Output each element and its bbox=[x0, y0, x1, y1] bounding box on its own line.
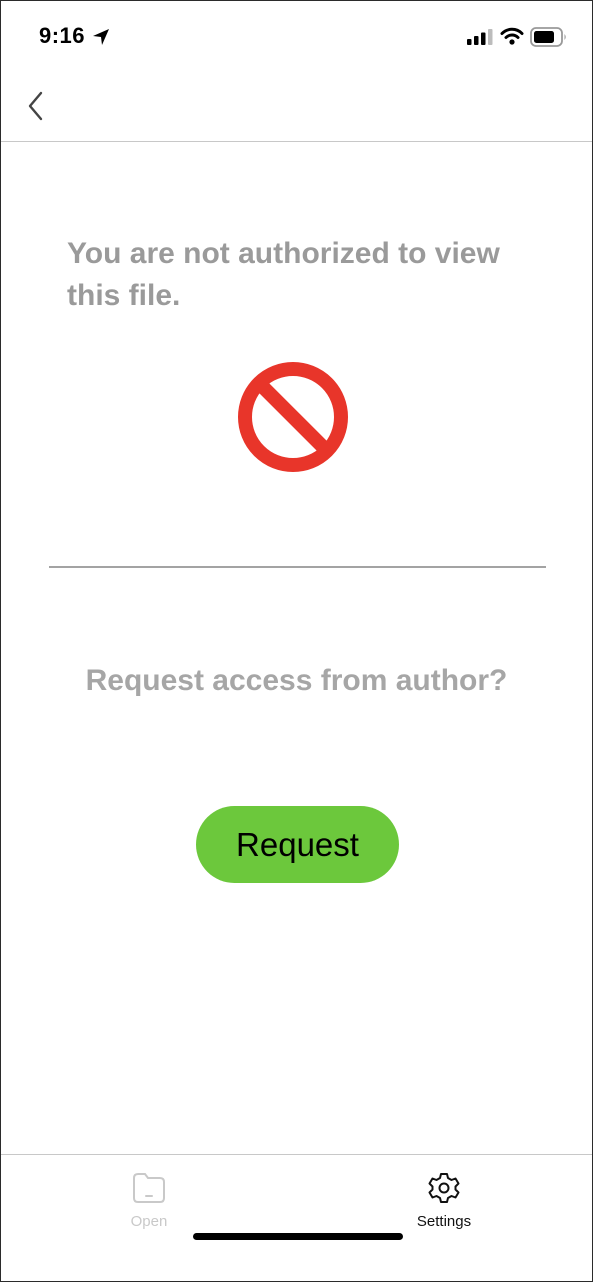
prohibited-icon bbox=[237, 361, 349, 473]
request-access-question: Request access from author? bbox=[85, 664, 508, 697]
cellular-signal-icon bbox=[467, 29, 493, 50]
home-indicator[interactable] bbox=[193, 1233, 403, 1240]
tab-open-label: Open bbox=[130, 1213, 168, 1230]
status-time: 9:16 bbox=[39, 23, 86, 48]
battery-icon bbox=[530, 27, 568, 52]
navigation-bar bbox=[1, 71, 592, 142]
request-button[interactable]: Request bbox=[196, 806, 399, 883]
back-button[interactable] bbox=[23, 89, 53, 123]
chevron-left-icon bbox=[28, 91, 43, 121]
tab-open[interactable]: Open bbox=[79, 1155, 219, 1245]
app-screen: 9:16 You are not authorized to view this… bbox=[0, 0, 593, 1282]
tab-bar: Open Settings bbox=[1, 1154, 592, 1281]
unauthorized-message: You are not authorized to view this file… bbox=[67, 237, 500, 312]
gear-icon bbox=[426, 1171, 462, 1210]
location-arrow-icon bbox=[92, 28, 110, 51]
wifi-icon bbox=[500, 27, 524, 50]
folder-icon bbox=[131, 1171, 167, 1210]
status-bar: 9:16 bbox=[1, 1, 592, 71]
tab-settings-label: Settings bbox=[416, 1213, 472, 1230]
section-divider bbox=[49, 566, 546, 568]
tab-settings[interactable]: Settings bbox=[374, 1155, 514, 1245]
